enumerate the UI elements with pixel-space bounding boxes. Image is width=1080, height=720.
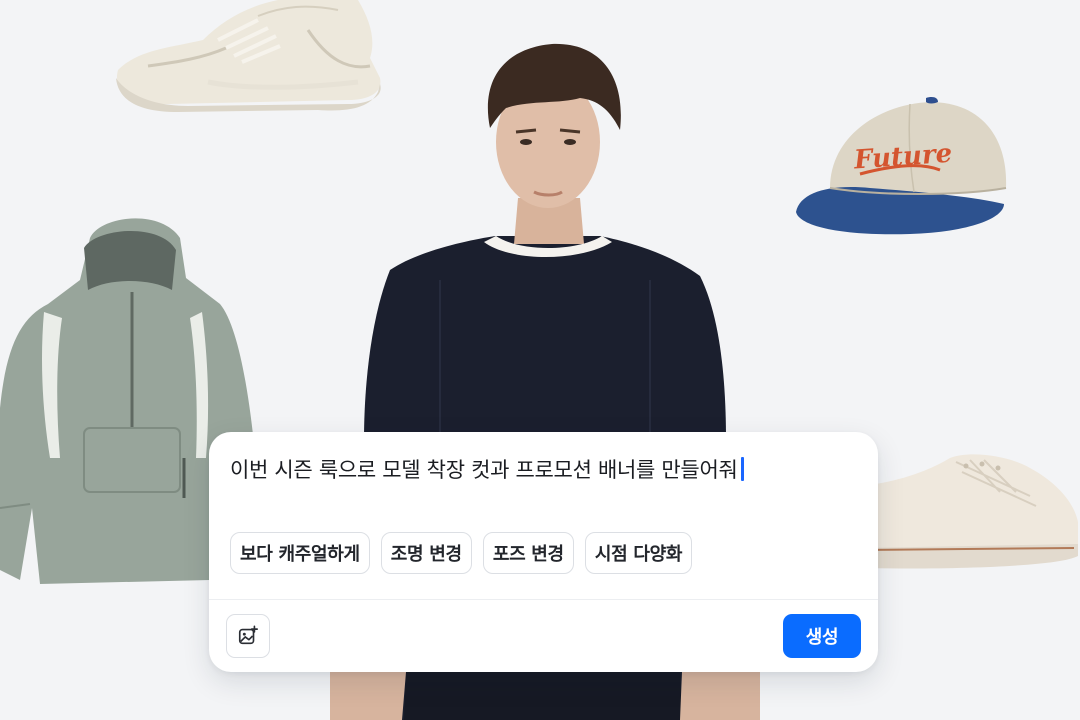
image-add-icon	[238, 625, 258, 645]
baseball-cap-image: Future	[790, 96, 1012, 238]
prompt-card: 이번 시즌 룩으로 모델 착장 컷과 프로모션 배너를 만들어줘 보다 캐주얼하…	[209, 432, 878, 672]
suggestion-chip-casual[interactable]: 보다 캐주얼하게	[230, 532, 370, 574]
card-divider	[209, 599, 878, 600]
prompt-input[interactable]: 이번 시즌 룩으로 모델 착장 컷과 프로모션 배너를 만들어줘	[230, 454, 745, 486]
suggestion-chip-viewpoint[interactable]: 시점 다양화	[584, 532, 693, 574]
fashion-canvas: Future 이번 시즌 룩으로 모델 착장 컷과 프로모션 배너를 만들어줘 …	[0, 0, 1080, 720]
attach-image-button[interactable]	[226, 614, 270, 658]
prompt-text: 이번 시즌 룩으로 모델 착장 컷과 프로모션 배너를 만들어줘	[230, 458, 738, 482]
suggestion-chips: 보다 캐주얼하게 조명 변경 포즈 변경 시점 다양화	[230, 532, 693, 574]
suggestion-chip-pose[interactable]: 포즈 변경	[482, 532, 574, 574]
text-caret	[741, 457, 745, 481]
generate-button[interactable]: 생성	[783, 614, 861, 658]
suggestion-chip-lighting[interactable]: 조명 변경	[380, 532, 472, 574]
canvas-sneaker-image	[860, 452, 1080, 574]
